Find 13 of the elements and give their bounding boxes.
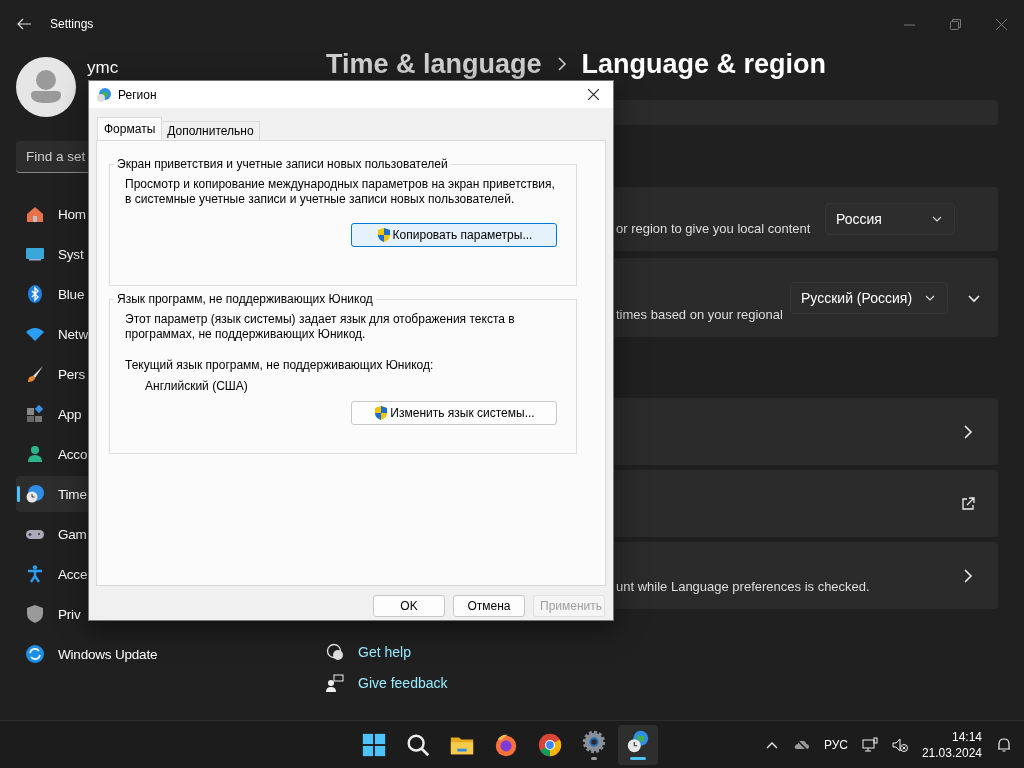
dialog-title: Регион xyxy=(118,87,157,102)
user-name: ymc xyxy=(87,58,119,78)
group-title: Язык программ, не поддерживающих Юникод xyxy=(116,292,374,306)
page-title: Language & region xyxy=(581,48,827,80)
current-language: Английский (США) xyxy=(145,379,249,393)
setting-description: times based on your regional xyxy=(616,307,783,322)
window-title: Settings xyxy=(50,17,94,31)
description-text: Текущий язык программ, не поддерживающих Юникод: xyxy=(125,358,435,373)
description-text: Этот параметр (язык системы) задает язык для отображения текста в программах, не поддерживающих Юникод. xyxy=(125,312,516,342)
setting-description: unt while Language preferences is checked. xyxy=(616,579,870,594)
group-title: Экран приветствия и учетные записи новых пользователей xyxy=(116,157,449,171)
setting-description: or region to give you local content xyxy=(616,221,811,236)
description-text: Просмотр и копирование международных параметров на экран приветствия, в системные учетные записи и учетные записи новых пользователей. xyxy=(125,177,556,207)
